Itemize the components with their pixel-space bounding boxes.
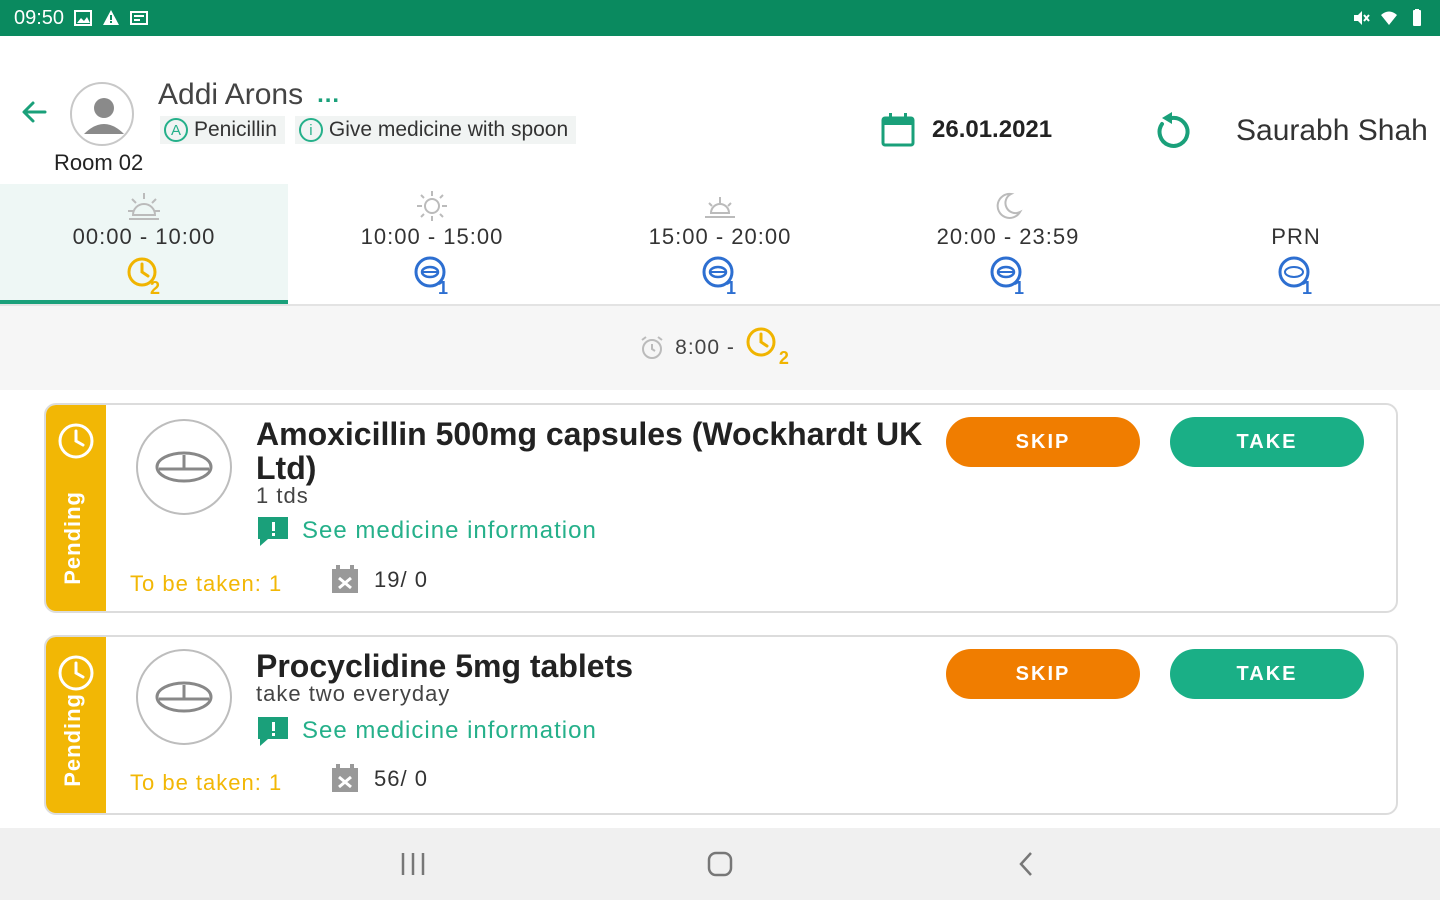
sun-icon <box>417 191 447 221</box>
tab-midday[interactable]: 10:00 - 15:00 1 <box>288 184 576 304</box>
clock-icon <box>58 423 94 459</box>
dose-instructions: take two everyday <box>256 681 451 706</box>
tablet-icon <box>155 681 213 713</box>
dose-instructions: 1 tds <box>256 483 309 508</box>
arrow-left-icon <box>22 101 47 123</box>
user-icon <box>84 98 124 134</box>
calendar-icon <box>881 113 915 147</box>
allergy-text: Penicillin <box>194 118 277 141</box>
patient-name-text: Addi Arons <box>158 78 304 111</box>
tab-label: PRN <box>1271 224 1321 249</box>
tablet-icon <box>155 451 213 483</box>
skip-button[interactable]: SKIP <box>946 649 1140 699</box>
info-icon: i <box>298 118 323 142</box>
tab-morning[interactable]: 00:00 - 10:00 2 <box>0 184 288 304</box>
avatar[interactable] <box>70 82 134 146</box>
recents-icon <box>402 853 425 875</box>
stock-count: 56/ 0 <box>330 764 428 794</box>
status-bar: 09:50 <box>0 0 1440 36</box>
tab-count: 1 <box>1302 278 1313 298</box>
medicine-info-link[interactable]: See medicine information <box>256 715 597 747</box>
date-picker[interactable]: 26.01.2021 <box>880 112 1052 148</box>
tab-label: 00:00 - 10:00 <box>72 224 216 249</box>
to-be-taken: To be taken: 1 <box>130 770 283 795</box>
time-tabs: 00:00 - 10:00 2 10:00 - 15:00 1 15:00 - … <box>0 184 1440 306</box>
status-time: 09:50 <box>14 6 65 29</box>
chevron-left-icon <box>1018 852 1032 876</box>
system-back-button[interactable] <box>997 834 1057 894</box>
alarm-icon <box>641 336 663 359</box>
medicine-info-link[interactable]: See medicine information <box>256 515 597 547</box>
info-link-text: See medicine information <box>302 517 597 544</box>
patient-header: Room 02 Addi Arons ... A Penicillin i Gi… <box>0 36 1440 184</box>
tab-afternoon[interactable]: 15:00 - 20:00 1 <box>576 184 864 304</box>
alert-icon <box>103 10 120 25</box>
battery-icon <box>1413 9 1421 26</box>
info-link-text: See medicine information <box>302 717 597 744</box>
back-button[interactable] <box>16 94 52 130</box>
patient-tags: A Penicillin i Give medicine with spoon <box>160 116 577 144</box>
info-message-icon <box>258 717 288 746</box>
more-options[interactable]: ... <box>317 81 340 109</box>
moon-icon <box>996 192 1023 219</box>
note-tag: i Give medicine with spoon <box>294 116 577 144</box>
slot-count: 2 <box>778 348 789 368</box>
stock-value: 56/ 0 <box>374 766 428 791</box>
tab-count: 1 <box>1014 278 1025 298</box>
refresh-icon <box>1157 112 1190 148</box>
skip-button[interactable]: SKIP <box>946 417 1140 467</box>
refresh-button[interactable] <box>1150 110 1194 154</box>
clock-icon <box>58 655 94 691</box>
tab-count: 1 <box>726 278 737 298</box>
take-button[interactable]: TAKE <box>1170 417 1364 467</box>
wifi-icon <box>1381 11 1397 25</box>
allergy-tag: A Penicillin <box>160 116 285 144</box>
sunset-icon <box>705 197 735 218</box>
room-label: Room 02 <box>54 150 144 175</box>
note-text: Give medicine with spoon <box>328 118 569 141</box>
selected-date: 26.01.2021 <box>932 116 1053 143</box>
medication-card: Pending Procyclidine 5mg tablets take tw… <box>44 635 1398 815</box>
tab-evening[interactable]: 20:00 - 23:59 1 <box>864 184 1152 304</box>
stock-icon <box>332 565 358 593</box>
tab-count: 1 <box>438 278 449 298</box>
tab-label: 10:00 - 15:00 <box>360 224 504 249</box>
tab-label: 15:00 - 20:00 <box>648 224 792 249</box>
stock-value: 19/ 0 <box>374 567 428 592</box>
status-strip: Pending <box>46 637 106 813</box>
tab-prn[interactable]: PRN 1 <box>1152 184 1440 304</box>
sunrise-icon <box>128 193 160 220</box>
take-button[interactable]: TAKE <box>1170 649 1364 699</box>
medication-card: Pending Amoxicillin 500mg capsules (Wock… <box>44 403 1398 613</box>
patient-name: Addi Arons ... <box>158 78 340 112</box>
stock-icon <box>332 764 358 792</box>
status-label: Pending <box>60 491 85 585</box>
tab-count: 2 <box>150 278 161 298</box>
medicine-name: Amoxicillin 500mg capsules (Wockhardt UK… <box>256 416 923 486</box>
allergy-icon: A <box>164 118 188 142</box>
to-be-taken: To be taken: 1 <box>130 571 283 596</box>
info-message-icon <box>258 517 288 546</box>
user-name: Saurabh Shah <box>1236 114 1428 147</box>
medicine-image <box>136 649 232 745</box>
clock-icon <box>746 327 776 357</box>
slot-time: 8:00 - <box>675 336 735 359</box>
stock-count: 19/ 0 <box>330 565 428 595</box>
medicine-image <box>136 419 232 515</box>
recents-button[interactable] <box>383 834 443 894</box>
status-label: Pending <box>60 693 85 787</box>
status-strip: Pending <box>46 405 106 611</box>
system-nav-bar <box>0 828 1440 900</box>
home-button[interactable] <box>690 834 750 894</box>
screen-icon <box>130 11 149 25</box>
home-icon <box>707 851 733 877</box>
tab-label: 20:00 - 23:59 <box>936 224 1080 249</box>
medicine-name: Procyclidine 5mg tablets <box>256 648 634 684</box>
time-slot-header: 8:00 - 2 <box>0 306 1440 390</box>
gallery-icon <box>74 10 93 26</box>
mute-icon <box>1354 11 1370 25</box>
